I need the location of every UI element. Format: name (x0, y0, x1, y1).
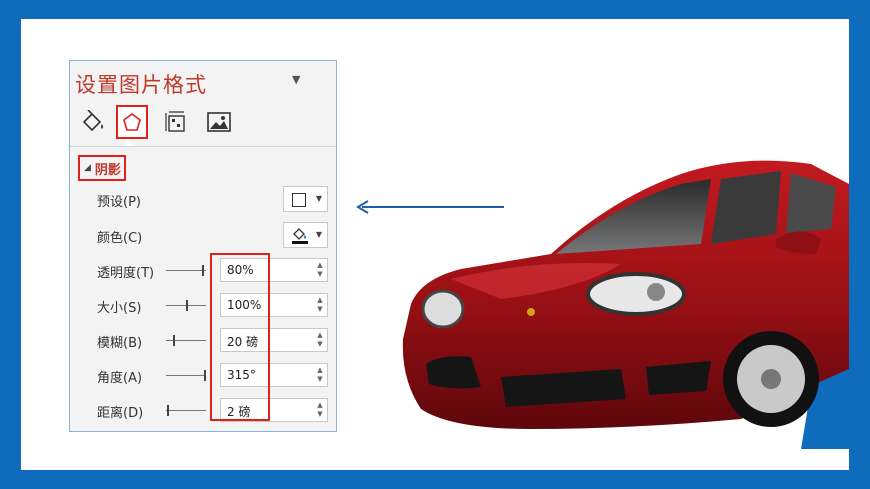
spinner-arrows[interactable]: ▲ ▼ (316, 261, 324, 279)
pane-options-chevron-icon[interactable]: ▼ (292, 73, 300, 86)
blur-label: 模糊(B) (97, 336, 143, 351)
red-sports-car-image (402, 160, 849, 449)
distance-slider-thumb[interactable] (167, 405, 169, 416)
distance-slider-track[interactable] (166, 410, 206, 411)
shadow-section-label: 阴影 (94, 162, 121, 178)
spin-down-icon[interactable]: ▼ (316, 305, 324, 314)
picture-icon (207, 112, 231, 132)
size-slider-thumb[interactable] (186, 300, 188, 311)
distance-label: 距离(D) (97, 406, 144, 421)
row-distance: 距离(D) 2 磅 ▲ ▼ (70, 396, 336, 426)
spin-up-icon[interactable]: ▲ (316, 401, 324, 410)
paint-bucket-color-icon (292, 228, 308, 244)
spinner-arrows[interactable]: ▲ ▼ (316, 366, 324, 384)
size-label: 大小(S) (97, 301, 142, 316)
spin-up-icon[interactable]: ▲ (316, 331, 324, 340)
shadow-section-header[interactable]: ◢ 阴影 (78, 155, 126, 181)
pane-title: 设置图片格式 (75, 73, 207, 97)
preset-dropdown[interactable]: ▼ (283, 186, 328, 212)
angle-slider-thumb[interactable] (204, 370, 206, 381)
fill-bucket-icon (82, 110, 103, 132)
blur-slider-track[interactable] (166, 340, 206, 341)
color-dropdown[interactable]: ▼ (283, 222, 328, 248)
slide-frame: 设置图片格式 ▼ ◢ 阴影 预设(P) ▼ 颜色(C) ▼ 透明度(T) 80%… (21, 19, 849, 470)
row-size: 大小(S) 100% ▲ ▼ (70, 291, 336, 321)
spin-up-icon[interactable]: ▲ (316, 366, 324, 375)
spinner-arrows[interactable]: ▲ ▼ (316, 296, 324, 314)
transparency-slider-thumb[interactable] (202, 265, 204, 276)
spin-up-icon[interactable]: ▲ (316, 261, 324, 270)
pentagon-effects-icon (123, 113, 141, 131)
spin-down-icon[interactable]: ▼ (316, 270, 324, 279)
spin-down-icon[interactable]: ▼ (316, 340, 324, 349)
preset-swatch-icon (292, 193, 306, 207)
active-tab-pointer (122, 139, 134, 146)
angle-slider-track[interactable] (166, 375, 206, 376)
spinner-arrows[interactable]: ▲ ▼ (316, 331, 324, 349)
values-highlight-box (210, 253, 270, 421)
tab-effects[interactable] (116, 105, 148, 139)
size-properties-icon (165, 111, 185, 132)
row-color: 颜色(C) ▼ (70, 221, 336, 251)
pane-tabs (76, 105, 331, 145)
spin-down-icon[interactable]: ▼ (316, 375, 324, 384)
chevron-down-icon: ▼ (315, 230, 322, 239)
format-picture-pane: 设置图片格式 ▼ ◢ 阴影 预设(P) ▼ 颜色(C) ▼ 透明度(T) 80%… (69, 60, 337, 432)
row-angle: 角度(A) 315° ▲ ▼ (70, 361, 336, 391)
row-blur: 模糊(B) 20 磅 ▲ ▼ (70, 326, 336, 356)
collapse-triangle-icon: ◢ (84, 163, 91, 173)
preset-label: 预设(P) (97, 195, 141, 210)
blur-slider-thumb[interactable] (173, 335, 175, 346)
color-label: 颜色(C) (97, 231, 143, 246)
row-preset: 预设(P) ▼ (70, 185, 336, 215)
transparency-label: 透明度(T) (97, 266, 155, 281)
chevron-down-icon: ▼ (315, 194, 322, 203)
tab-picture[interactable] (204, 105, 234, 139)
transparency-slider-track[interactable] (166, 270, 206, 271)
tabs-divider (70, 146, 336, 147)
tab-fill-line[interactable] (78, 105, 108, 139)
spin-down-icon[interactable]: ▼ (316, 410, 324, 419)
angle-label: 角度(A) (97, 371, 143, 386)
tab-size-properties[interactable] (162, 105, 192, 139)
spin-up-icon[interactable]: ▲ (316, 296, 324, 305)
spinner-arrows[interactable]: ▲ ▼ (316, 401, 324, 419)
row-transparency: 透明度(T) 80% ▲ ▼ (70, 256, 336, 286)
